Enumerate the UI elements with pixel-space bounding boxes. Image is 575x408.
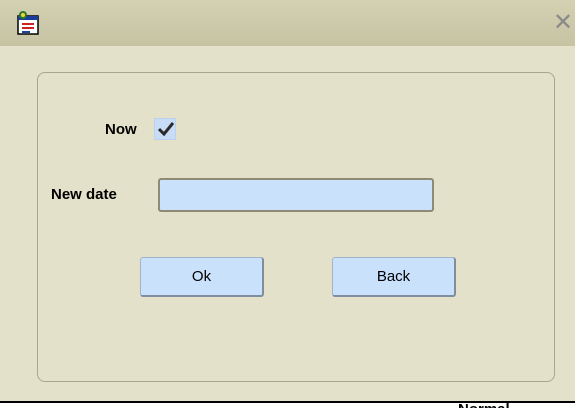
app-window-icon [14,10,42,38]
title-bar: ✕ [0,0,575,46]
new-date-field[interactable] [158,178,434,212]
checkmark-icon [158,122,174,137]
status-text-partial: Normal [458,402,510,408]
now-label: Now [105,121,137,138]
form-panel [37,72,555,382]
close-icon[interactable]: ✕ [553,8,575,36]
back-button[interactable]: Back [332,257,456,297]
ok-button[interactable]: Ok [140,257,264,297]
now-checkbox[interactable] [154,118,176,140]
new-date-label: New date [51,186,117,203]
dialog-window: ✕ Now New date Ok Back [0,0,575,402]
